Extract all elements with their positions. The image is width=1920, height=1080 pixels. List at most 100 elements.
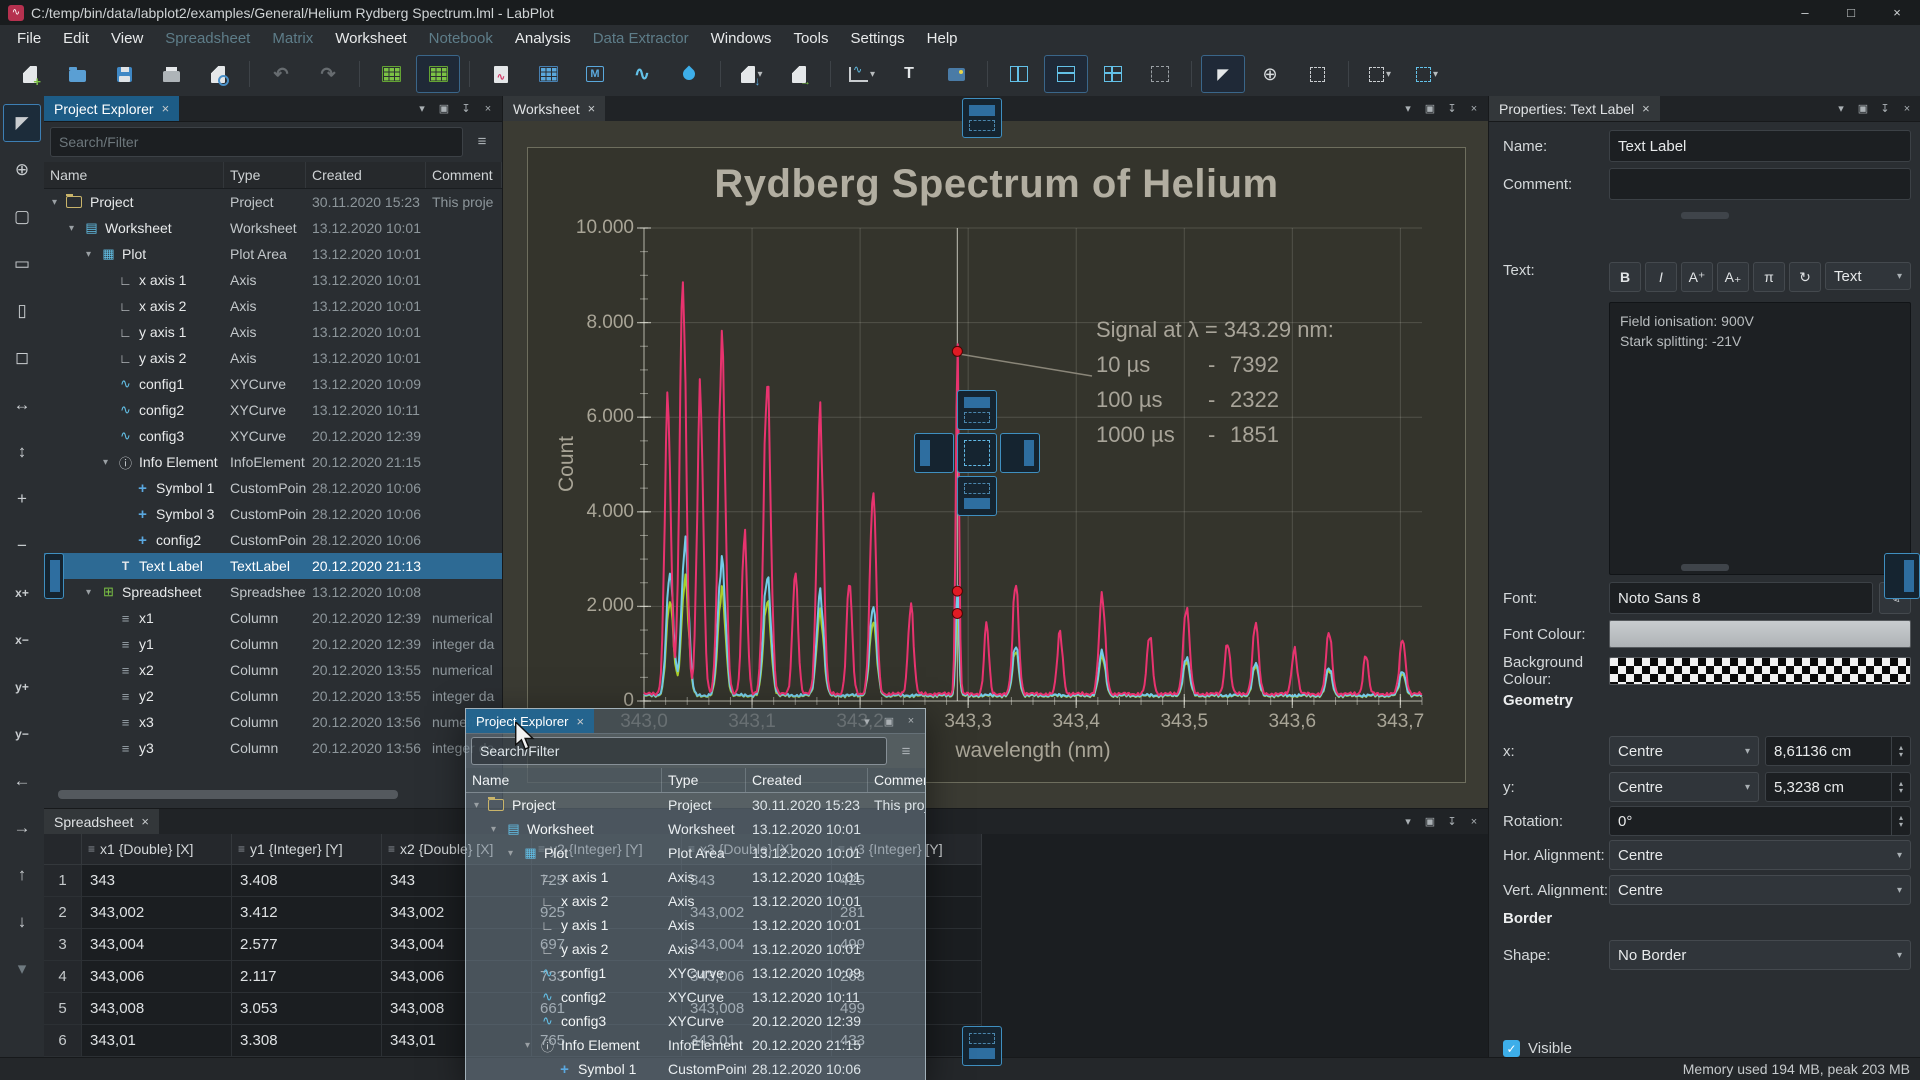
dock-pin-button[interactable]: ↧ — [456, 99, 476, 119]
spreadsheet-column-header-y1[interactable]: ≡y1 {Integer} [Y] — [232, 834, 382, 865]
tree-row-x3[interactable]: ≡x3Column20.12.2020 13:56numerical — [44, 709, 502, 735]
dock-indicator-center[interactable] — [957, 433, 997, 473]
dock-indicator-top[interactable] — [962, 98, 1002, 138]
floating-project-explorer[interactable]: Project Explorer × ▾▣× ≡ NameTypeCreated… — [465, 708, 926, 1080]
dock-float-button[interactable]: ▣ — [879, 711, 899, 731]
border-shape-select[interactable]: No Border ▾ — [1609, 940, 1911, 970]
tree-row-y-axis-2[interactable]: ∟y axis 2Axis13.12.2020 10:01 — [44, 345, 502, 371]
row-number[interactable]: 4 — [44, 961, 82, 993]
shift-left-x-button[interactable]: ← — [3, 762, 41, 800]
search-input[interactable] — [50, 127, 463, 157]
scrollbar-thumb[interactable] — [58, 790, 398, 799]
row-number[interactable]: 2 — [44, 897, 82, 929]
tree-row-y2[interactable]: ≡y2Column20.12.2020 13:55integer da — [44, 683, 502, 709]
dock-indicator-left[interactable] — [44, 553, 64, 599]
print-preview-button[interactable] — [196, 55, 240, 93]
shift-down-y-button[interactable]: ↓ — [3, 903, 41, 941]
float-tree-row-worksheet[interactable]: ▾▤WorksheetWorksheet13.12.2020 10:01 — [466, 817, 925, 841]
zoom-select-x-button[interactable]: ▭ — [3, 245, 41, 283]
column-header-comment[interactable]: Comment — [426, 162, 502, 188]
insert-symbol-button[interactable]: π — [1753, 262, 1785, 292]
tree-row-info-element[interactable]: ▾ⓘInfo ElementInfoElement20.12.2020 21:1… — [44, 449, 502, 475]
tree-row-y-axis-1[interactable]: ∟y axis 1Axis13.12.2020 10:01 — [44, 319, 502, 345]
info-element-label[interactable]: Signal at λ = 343.29 nm: 10 µs-7392100 µ… — [1096, 312, 1334, 452]
magnification-button[interactable]: ▾ — [1405, 55, 1449, 93]
tab-project-explorer[interactable]: Project Explorer × — [44, 96, 179, 121]
insert-datetime-button[interactable]: ↻ — [1789, 262, 1821, 292]
dock-close-button[interactable]: × — [478, 99, 498, 119]
float-tree-row-config2[interactable]: ∿config2XYCurve13.12.2020 10:11 — [466, 985, 925, 1009]
visible-checkbox[interactable]: ✓ — [1503, 1040, 1520, 1057]
dock-float-button[interactable]: ▣ — [1420, 812, 1440, 832]
open-project-button[interactable] — [55, 55, 99, 93]
redo-button[interactable]: ↷ — [306, 55, 350, 93]
tab-worksheet[interactable]: Worksheet × — [503, 96, 605, 121]
float-tree-row-config1[interactable]: ∿config1XYCurve13.12.2020 10:09 — [466, 961, 925, 985]
text-mode-select[interactable]: Text ▾ — [1825, 262, 1911, 290]
select-and-edit-button[interactable]: ◤ — [3, 104, 41, 142]
row-number[interactable]: 3 — [44, 929, 82, 961]
filter-options-button[interactable]: ≡ — [892, 737, 920, 765]
label-text-editor[interactable]: Field ionisation: 900VStark splitting: -… — [1609, 302, 1911, 575]
dock-menu-button[interactable]: ▾ — [857, 711, 877, 731]
cell-r5c1[interactable]: 343,008 — [82, 993, 232, 1025]
dock-pin-button[interactable]: ↧ — [1442, 99, 1462, 119]
tree-row-spreadsheet[interactable]: ▾⊞SpreadsheetSpreadsheet13.12.2020 10:08 — [44, 579, 502, 605]
dock-pin-button[interactable]: ↧ — [1442, 812, 1462, 832]
new-matrix-button[interactable] — [526, 55, 570, 93]
cell-r1c2[interactable]: 3.408 — [232, 865, 382, 897]
tree-row-x2[interactable]: ≡x2Column20.12.2020 13:55numerical — [44, 657, 502, 683]
close-icon[interactable]: × — [588, 101, 596, 116]
grid-layout-button[interactable] — [1091, 55, 1135, 93]
column-header-created[interactable]: Created — [306, 162, 426, 188]
float-tree-row-info-element[interactable]: ▾ⓘInfo ElementInfoElement20.12.2020 21:1… — [466, 1033, 925, 1057]
y-position-input[interactable]: 5,3238 cm ▴▾ — [1765, 772, 1911, 802]
splitter-handle[interactable] — [1681, 564, 1729, 571]
new-spreadsheet-button[interactable] — [416, 55, 460, 93]
zoom-in-y-button[interactable]: y+ — [3, 668, 41, 706]
custom-point-1[interactable] — [952, 346, 962, 356]
dock-close-button[interactable]: × — [901, 711, 921, 731]
column-header-type[interactable]: Type — [224, 162, 306, 188]
menu-file[interactable]: File — [6, 26, 52, 52]
cell-r3c2[interactable]: 2.577 — [232, 929, 382, 961]
menu-spreadsheet[interactable]: Spreadsheet — [154, 26, 261, 52]
tree-row-x-axis-2[interactable]: ∟x axis 2Axis13.12.2020 10:01 — [44, 293, 502, 319]
dock-close-button[interactable]: × — [1464, 99, 1484, 119]
menu-data-extractor[interactable]: Data Extractor — [582, 26, 700, 52]
dock-menu-button[interactable]: ▾ — [412, 99, 432, 119]
column-header-created[interactable]: Created — [746, 768, 868, 792]
close-icon[interactable]: × — [162, 101, 170, 116]
font-colour-swatch[interactable] — [1609, 620, 1911, 648]
tree-row-y3[interactable]: ≡y3Column20.12.2020 13:56integer da — [44, 735, 502, 761]
auto-scale-x-button[interactable]: ↔ — [3, 386, 41, 424]
print-button[interactable] — [149, 55, 193, 93]
menu-windows[interactable]: Windows — [700, 26, 783, 52]
float-tree-row-x-axis-2[interactable]: ∟x axis 2Axis13.12.2020 10:01 — [466, 889, 925, 913]
cell-r1c1[interactable]: 343 — [82, 865, 232, 897]
shift-up-y-button[interactable]: ↑ — [3, 856, 41, 894]
import-data-button[interactable] — [667, 55, 711, 93]
menu-analysis[interactable]: Analysis — [504, 26, 582, 52]
dock-menu-button[interactable]: ▾ — [1831, 99, 1851, 119]
menu-matrix[interactable]: Matrix — [261, 26, 324, 52]
dock-close-button[interactable]: × — [1464, 812, 1484, 832]
column-header-type[interactable]: Type — [662, 768, 746, 792]
tree-row-symbol-1[interactable]: +Symbol 1CustomPoint28.12.2020 10:06 — [44, 475, 502, 501]
menu-settings[interactable]: Settings — [839, 26, 915, 52]
cell-r4c1[interactable]: 343,006 — [82, 961, 232, 993]
menu-edit[interactable]: Edit — [52, 26, 100, 52]
add-plot-button[interactable]: ▾ — [840, 55, 884, 93]
tab-spreadsheet[interactable]: Spreadsheet × — [44, 809, 159, 834]
export-button[interactable] — [777, 55, 821, 93]
name-field[interactable] — [1609, 130, 1911, 162]
zoom-select-button[interactable]: ▢ — [3, 198, 41, 236]
menu-worksheet[interactable]: Worksheet — [324, 26, 417, 52]
close-icon[interactable]: × — [576, 714, 584, 729]
cell-r5c2[interactable]: 3.053 — [232, 993, 382, 1025]
select-and-edit-button[interactable]: ◤ — [1201, 55, 1245, 93]
undo-button[interactable]: ↶ — [259, 55, 303, 93]
close-icon[interactable]: × — [141, 814, 149, 829]
crosshair-button[interactable]: ⊕ — [3, 151, 41, 189]
zoom-out-button[interactable]: − — [3, 527, 41, 565]
